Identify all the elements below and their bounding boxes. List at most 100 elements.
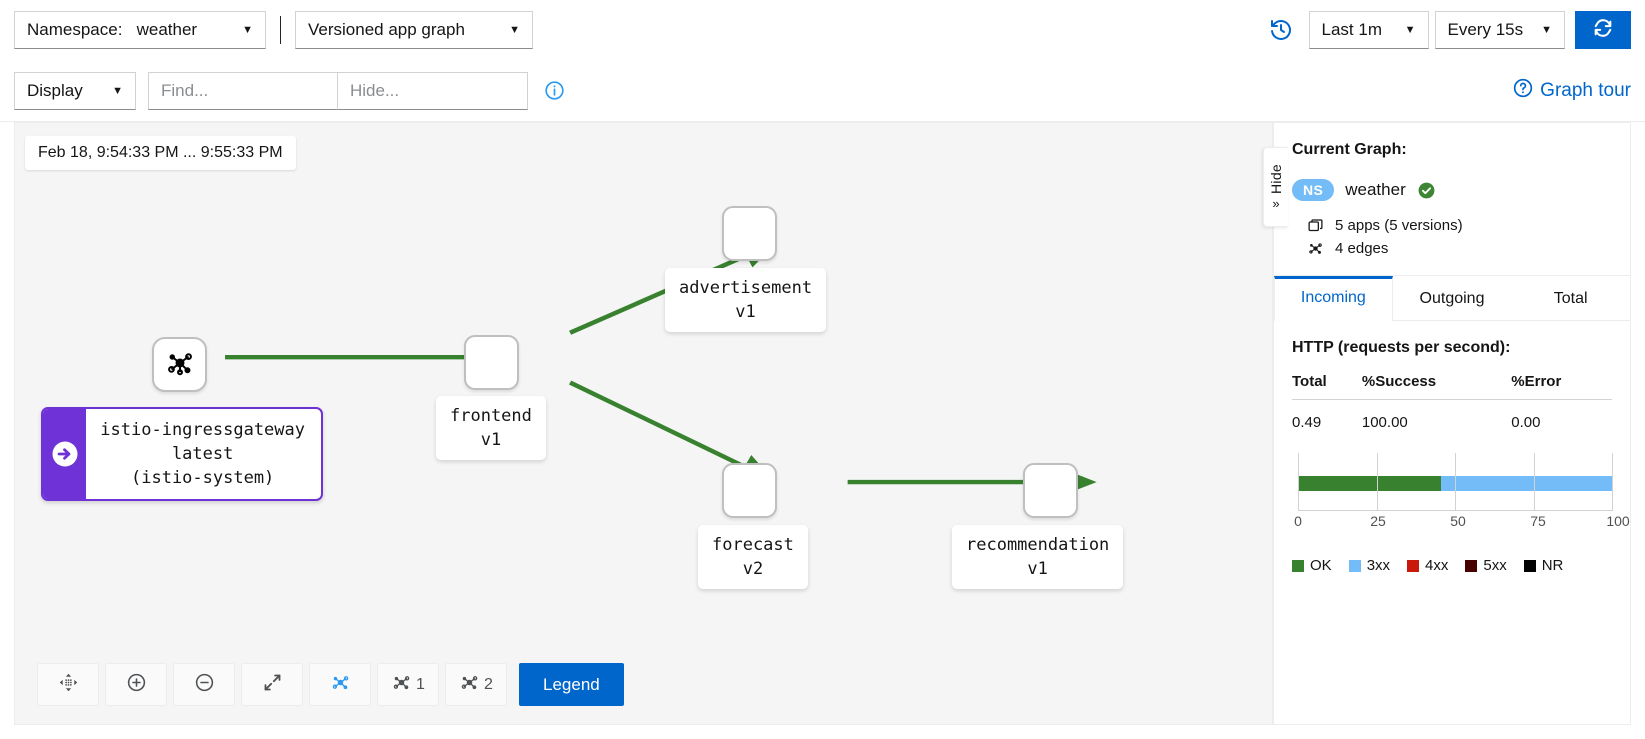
refresh-interval-selector[interactable]: Every 15s ▼ (1434, 11, 1565, 49)
metrics-header-total: Total (1292, 369, 1362, 400)
chart-legend-item-4xx: 4xx (1407, 557, 1448, 574)
metrics-title: HTTP (requests per second): (1292, 339, 1511, 356)
namespace-badge: NS (1292, 179, 1335, 201)
layout-2-button[interactable]: 2 (445, 663, 507, 706)
legend-button[interactable]: Legend (519, 663, 624, 706)
metrics-cell-success: 100.00 (1361, 414, 1408, 431)
reset-view-button[interactable] (37, 663, 99, 706)
chart-gridline (1298, 453, 1299, 511)
duration-value: Last 1m (1321, 20, 1382, 39)
ingress-label-text: istio-ingressgateway latest (istio-syste… (86, 409, 321, 499)
chart-bar-segment-ok (1298, 476, 1441, 491)
display-menu-label: Display (27, 80, 83, 100)
metrics-cell-error: 0.00 (1511, 414, 1541, 431)
apps-stat-row: 5 apps (5 versions) (1306, 217, 1612, 234)
node-recommendation[interactable] (1023, 463, 1078, 518)
history-icon[interactable] (1269, 18, 1293, 42)
node-label-recommendation-line2: v1 (1027, 559, 1048, 580)
chart-legend-swatch (1292, 559, 1304, 572)
tab-incoming[interactable]: Incoming (1274, 276, 1393, 321)
chart-legend-item-nr: NR (1523, 557, 1563, 574)
namespace-value-text: weather (136, 20, 198, 39)
chart-legend-label: 3xx (1366, 557, 1391, 574)
applications-icon (1306, 217, 1324, 234)
fit-to-screen-button[interactable] (241, 663, 303, 706)
graph-tour-label: Graph tour (1540, 79, 1631, 101)
graph-canvas[interactable]: Feb 18, 9:54:33 PM ... 9:55:33 PM istio-… (14, 122, 1273, 725)
hide-side-panel-label: Hide (1268, 163, 1284, 194)
table-row: 0.49 100.00 0.00 (1292, 400, 1612, 431)
node-label-advertisement[interactable]: advertisement v1 (665, 268, 827, 333)
node-label-frontend[interactable]: frontend v1 (436, 396, 546, 461)
tab-total[interactable]: Total (1511, 276, 1630, 320)
toolbar-divider (280, 16, 281, 44)
question-circle-icon (1513, 78, 1533, 104)
topology-icon (330, 672, 351, 698)
chart-gridline (1376, 453, 1378, 511)
zoom-in-button[interactable] (105, 663, 167, 706)
namespace-selector[interactable]: Namespace: weather ▼ (14, 11, 266, 49)
chart-legend-label: 4xx (1425, 557, 1449, 574)
chart-legend-swatch (1465, 559, 1478, 572)
display-menu-button[interactable]: Display ▼ (14, 71, 136, 110)
info-circle-icon[interactable] (544, 80, 565, 101)
chart-tick-label: 25 (1370, 513, 1386, 529)
chart-tick-label: 50 (1450, 513, 1466, 529)
node-label-recommendation-line1: recommendation (966, 535, 1110, 555)
chart-tick-label: 75 (1530, 513, 1546, 529)
refresh-button[interactable] (1575, 11, 1631, 49)
edges-stat-text: 4 edges (1335, 240, 1389, 257)
node-advertisement[interactable] (722, 206, 777, 261)
primary-toolbar: Namespace: weather ▼ Versioned app graph… (0, 0, 1645, 60)
find-input[interactable] (148, 71, 338, 110)
node-forecast[interactable] (722, 463, 777, 518)
chevron-double-right-icon: » (1272, 195, 1280, 211)
graph-tour-link[interactable]: Graph tour (1513, 78, 1631, 104)
node-istio-ingressgateway[interactable] (152, 337, 207, 392)
sync-icon (1592, 17, 1614, 43)
expand-icon (262, 672, 283, 698)
graph-type-selector[interactable]: Versioned app graph ▼ (295, 11, 533, 49)
ingress-arrow-icon (43, 409, 87, 500)
chart-plot-area (1298, 453, 1613, 511)
zoom-out-button[interactable] (173, 663, 235, 706)
hide-side-panel-tab[interactable]: Hide » (1263, 147, 1288, 227)
layout-default-button[interactable] (309, 663, 371, 706)
node-label-recommendation[interactable]: recommendation v1 (952, 525, 1124, 590)
chart-tick-label: 100 (1606, 513, 1630, 529)
chevron-down-icon: ▼ (1541, 24, 1552, 36)
ingress-label-line1: istio-ingressgateway (100, 420, 305, 440)
chart-gridline (1612, 453, 1613, 511)
chart-legend-swatch (1523, 559, 1536, 572)
chevron-down-icon: ▼ (112, 84, 123, 97)
chevron-down-icon: ▼ (242, 24, 253, 36)
duration-selector[interactable]: Last 1m ▼ (1308, 11, 1429, 49)
tab-outgoing[interactable]: Outgoing (1393, 276, 1512, 320)
namespace-row: NS weather (1292, 179, 1612, 201)
chart-bar-segment-3xx (1440, 476, 1612, 491)
check-circle-icon (1417, 181, 1436, 200)
namespace-selector-label: Namespace: weather (27, 20, 197, 40)
chevron-down-icon: ▼ (509, 24, 520, 36)
traffic-direction-tabs: Incoming Outgoing Total (1274, 276, 1630, 321)
chart-legend: OK 3xx 4xx 5xx NR (1292, 557, 1612, 574)
chart-tick-label: 0 (1294, 513, 1302, 529)
metrics-table: Total %Success %Error 0.49 100.00 0.00 (1292, 369, 1612, 431)
topology-icon (1306, 240, 1324, 257)
chart-legend-label: 5xx (1483, 557, 1507, 574)
metrics-header-error: %Error (1511, 369, 1612, 400)
ingress-label-line3: (istio-system) (131, 468, 275, 489)
arrows-move-icon (58, 672, 79, 698)
chart-legend-label: OK (1310, 557, 1332, 574)
namespace-name: weather (1345, 180, 1406, 199)
ingress-label-line2: latest (171, 444, 234, 465)
hide-input[interactable] (338, 71, 528, 110)
metrics-header-success: %Success (1361, 369, 1512, 400)
node-label-istio-ingressgateway[interactable]: istio-ingressgateway latest (istio-syste… (41, 407, 323, 502)
node-label-frontend-line2: v1 (480, 430, 502, 451)
node-label-forecast[interactable]: forecast v2 (698, 525, 808, 590)
topology-icon (459, 672, 480, 698)
status-distribution-chart: 0 25 50 75 100 (1292, 453, 1630, 531)
layout-1-button[interactable]: 1 (377, 663, 439, 706)
node-frontend[interactable] (464, 335, 519, 390)
